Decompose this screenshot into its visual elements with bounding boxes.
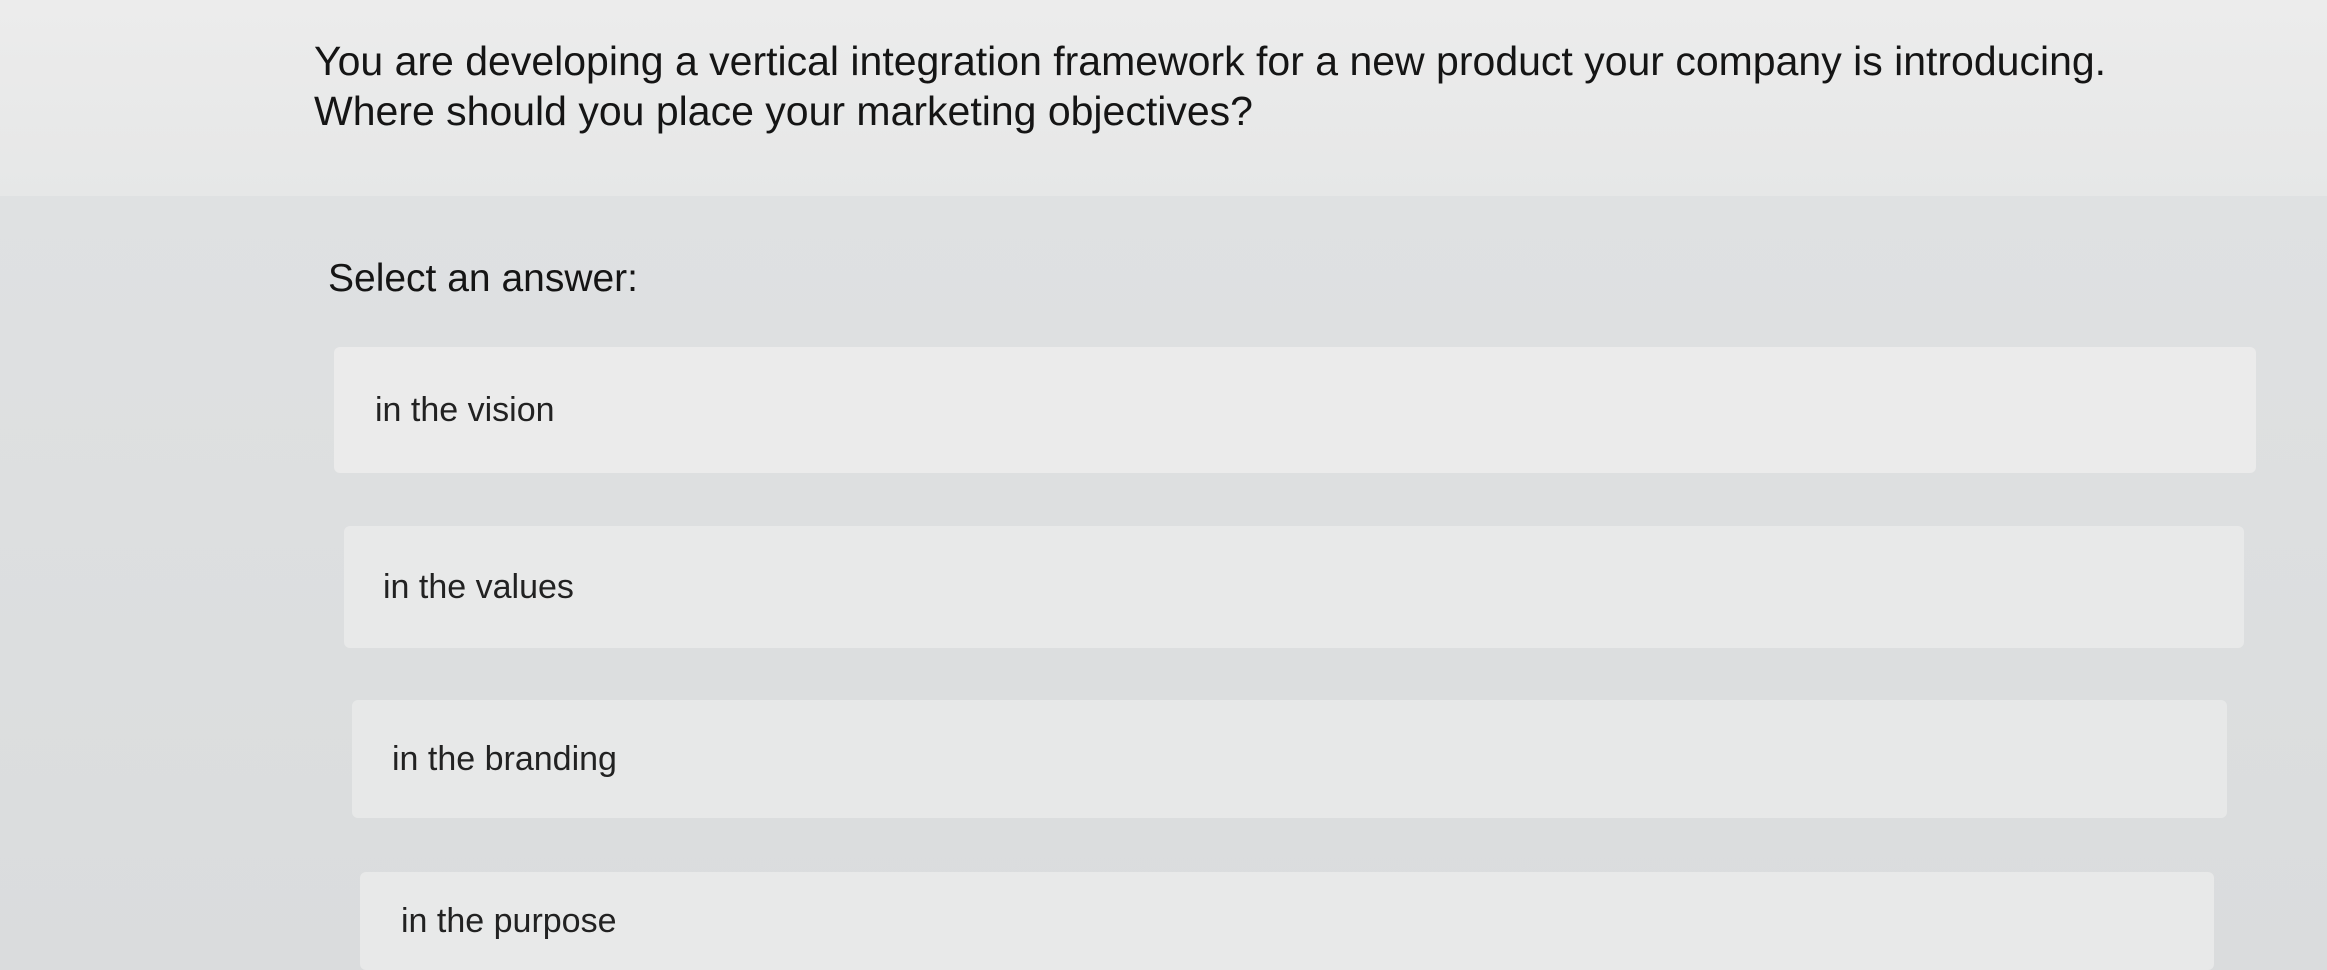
answer-option-vision[interactable]: in the vision — [334, 347, 2256, 473]
answer-option-label: in the purpose — [401, 902, 617, 940]
answer-option-values[interactable]: in the values — [344, 526, 2244, 648]
question-line-1: You are developing a vertical integratio… — [314, 38, 2107, 84]
answer-option-label: in the vision — [375, 391, 555, 429]
question-line-2: Where should you place your marketing ob… — [314, 88, 1253, 134]
question-text: You are developing a vertical integratio… — [314, 36, 2214, 136]
select-answer-label: Select an answer: — [328, 257, 639, 300]
answer-option-branding[interactable]: in the branding — [352, 700, 2227, 818]
answer-option-label: in the values — [383, 568, 574, 606]
answer-option-purpose[interactable]: in the purpose — [360, 872, 2214, 970]
answer-option-label: in the branding — [392, 740, 617, 778]
